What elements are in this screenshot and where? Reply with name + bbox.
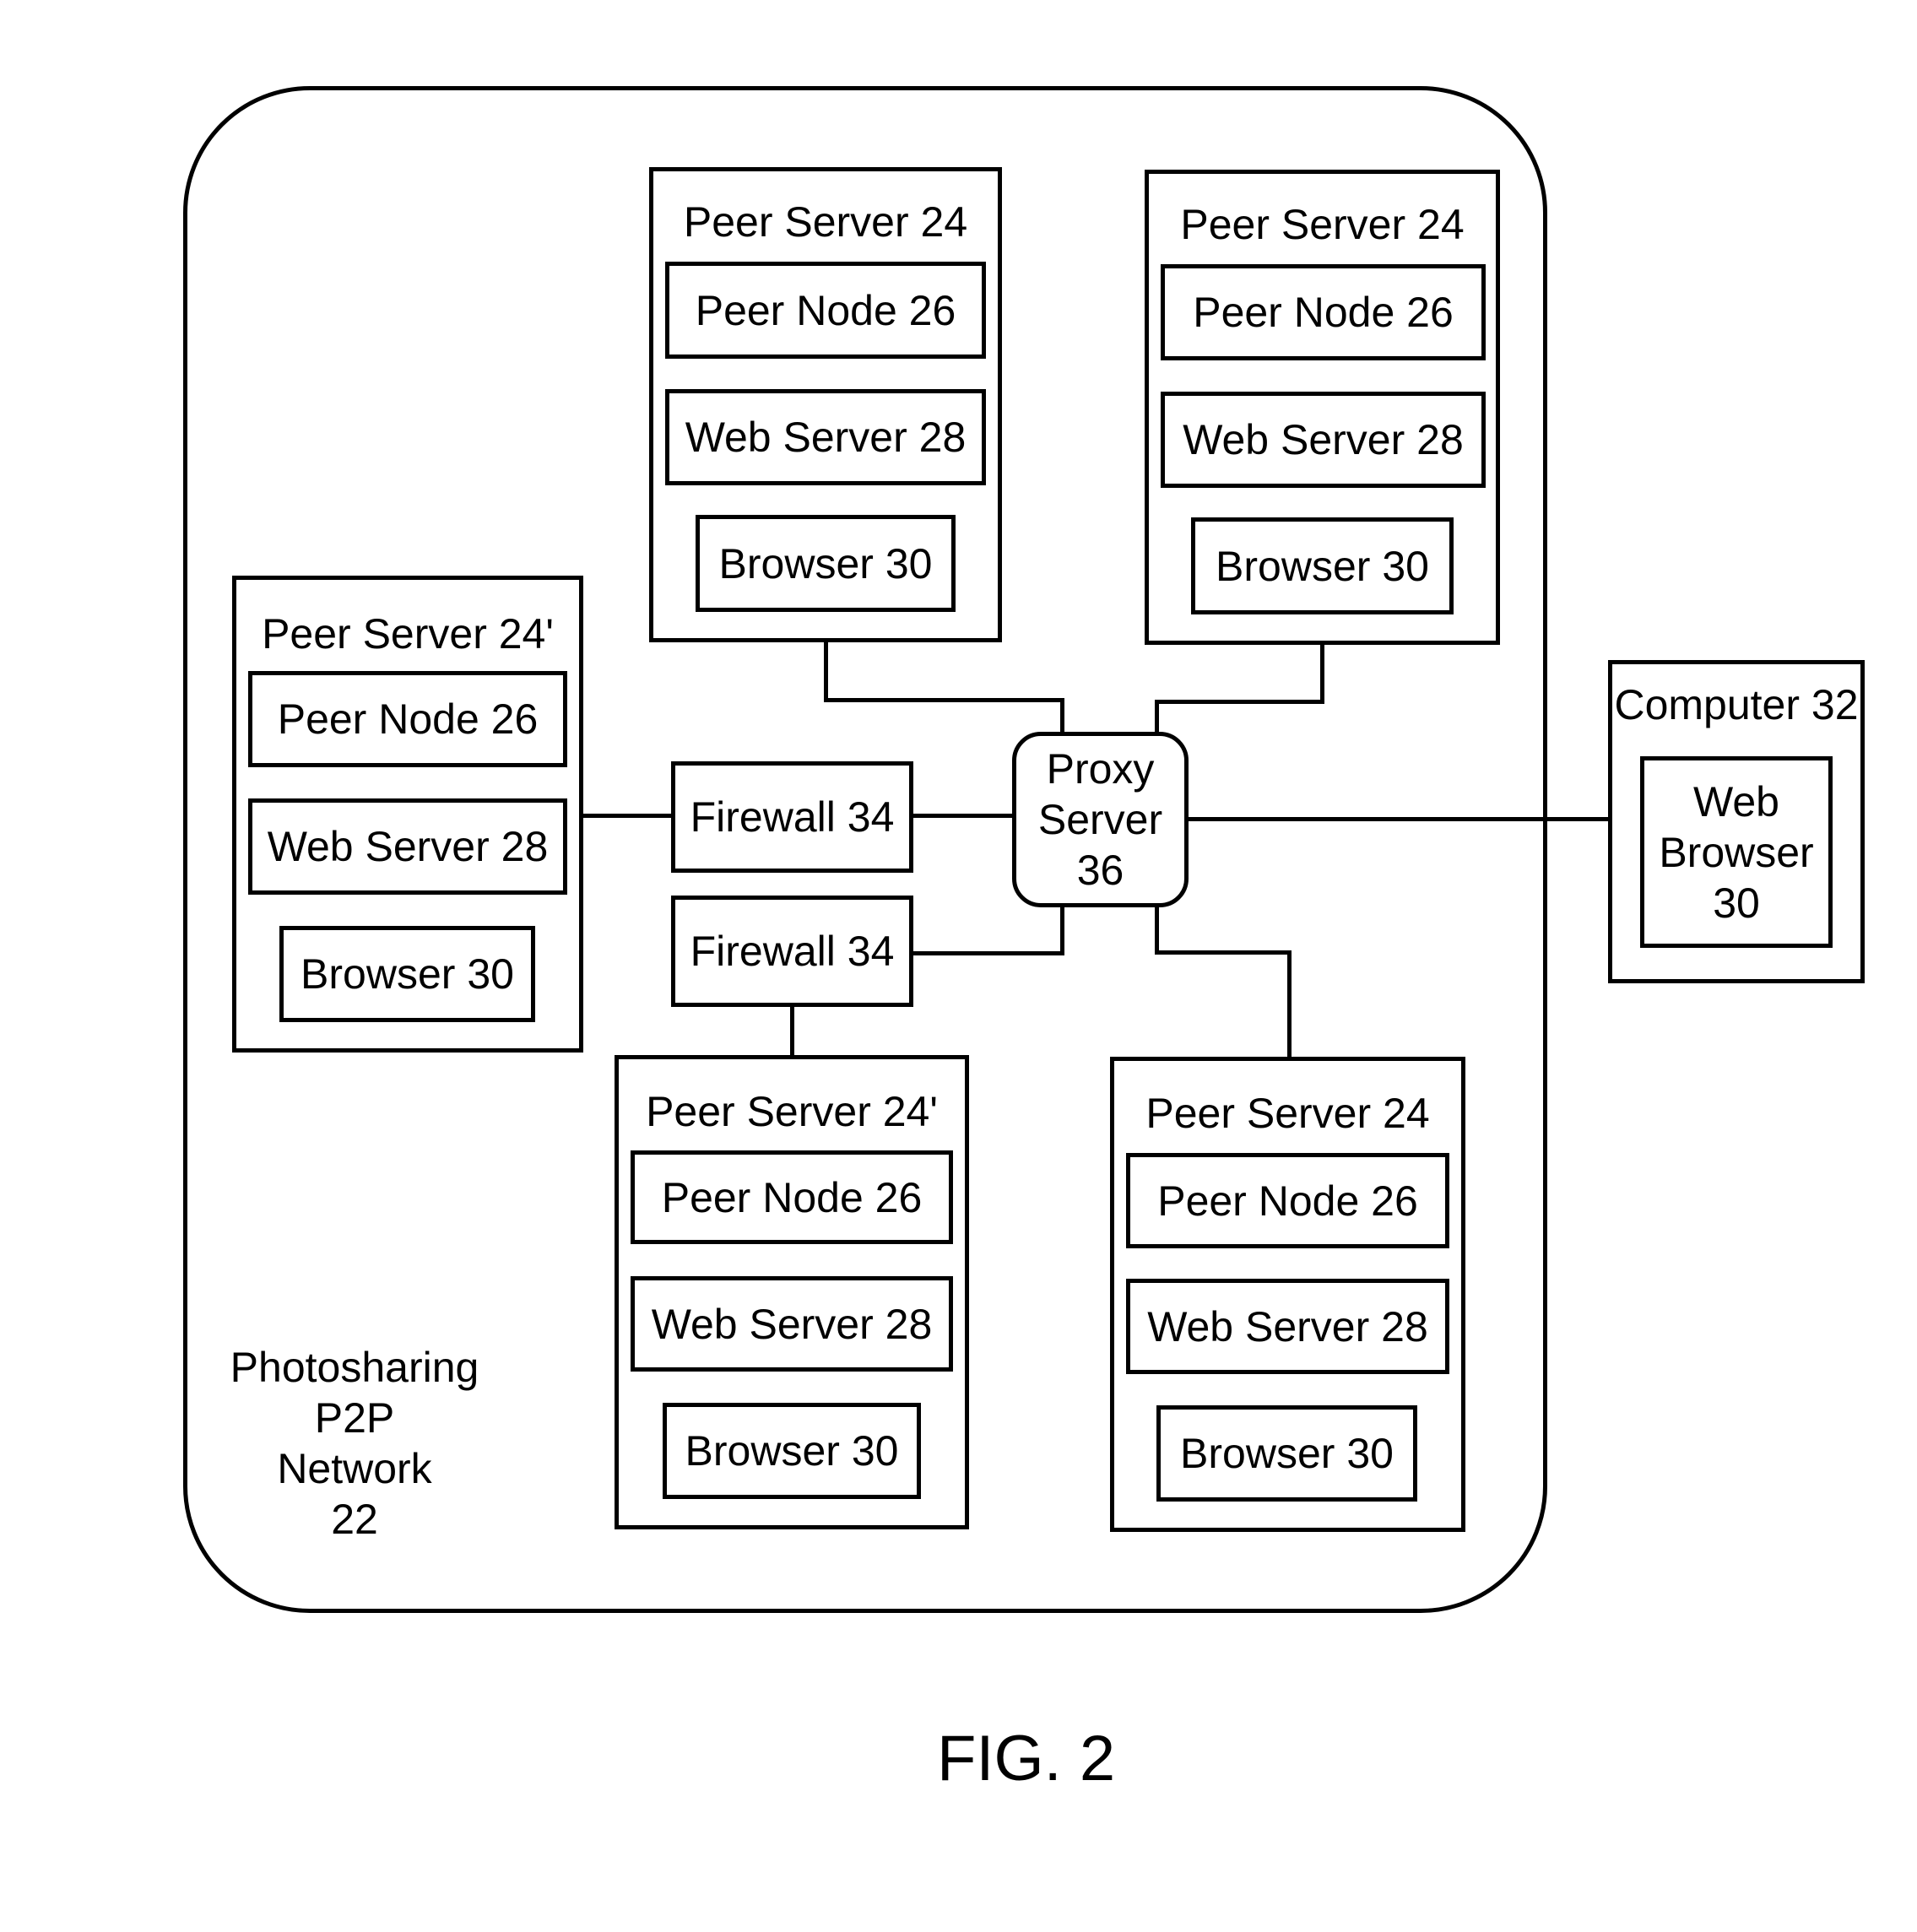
peer-server-title: Peer Server 24' xyxy=(646,1088,938,1135)
connector-ps-left-to-firewall xyxy=(581,814,674,818)
web-server[interactable]: Web Server 28 xyxy=(665,389,986,485)
browser[interactable]: Browser 30 xyxy=(1191,517,1454,614)
peer-server-title: Peer Server 24 xyxy=(683,198,968,246)
proxy-server[interactable]: Proxy Server 36 xyxy=(1012,732,1189,907)
web-browser-line3: 30 xyxy=(1713,879,1760,927)
web-server[interactable]: Web Server 28 xyxy=(1161,392,1486,488)
connector-ps-top-left-across xyxy=(824,698,1064,702)
firewall-lower[interactable]: Firewall 34 xyxy=(671,896,913,1007)
web-browser-line2: Browser xyxy=(1659,828,1814,876)
connector-to-ps-bottom-right xyxy=(1287,950,1292,1059)
web-server[interactable]: Web Server 28 xyxy=(248,798,567,895)
peer-node[interactable]: Peer Node 26 xyxy=(248,671,567,767)
browser[interactable]: Browser 30 xyxy=(696,515,956,612)
web-browser[interactable]: Web Browser 30 xyxy=(1640,756,1833,948)
connector-ps-top-right-to-proxy xyxy=(1155,700,1159,734)
connector-ps-top-right-down xyxy=(1320,642,1324,704)
peer-node[interactable]: Peer Node 26 xyxy=(631,1150,953,1244)
network-label-line3: Network xyxy=(277,1445,432,1492)
peer-server-title: Peer Server 24 xyxy=(1145,1090,1430,1137)
network-label-line4: 22 xyxy=(331,1496,378,1543)
network-label-line2: P2P xyxy=(314,1394,395,1442)
proxy-label-line3: 36 xyxy=(1076,847,1124,894)
connector-firewall1-to-proxy xyxy=(911,814,1015,818)
connector-ps-top-left-to-proxy xyxy=(1060,698,1064,734)
computer-title: Computer 32 xyxy=(1614,681,1859,728)
peer-node[interactable]: Peer Node 26 xyxy=(665,262,986,359)
network-label-line1: Photosharing xyxy=(230,1344,479,1391)
browser[interactable]: Browser 30 xyxy=(1156,1405,1417,1502)
web-server[interactable]: Web Server 28 xyxy=(631,1276,953,1372)
browser[interactable]: Browser 30 xyxy=(663,1403,921,1499)
peer-node[interactable]: Peer Node 26 xyxy=(1161,264,1486,360)
web-browser-line1: Web xyxy=(1693,777,1779,825)
firewall-upper[interactable]: Firewall 34 xyxy=(671,761,913,873)
network-label: Photosharing P2P Network 22 xyxy=(228,1342,481,1545)
figure-caption: FIG. 2 xyxy=(937,1723,1116,1794)
peer-server-title: Peer Server 24 xyxy=(1180,201,1465,248)
connector-proxy-to-computer xyxy=(1186,817,1611,821)
connector-firewall2-across xyxy=(911,951,1064,955)
connector-firewall2-to-proxy xyxy=(1060,905,1064,955)
connector-firewall2-to-ps-bottom-left xyxy=(790,1004,794,1058)
peer-server-title: Peer Server 24' xyxy=(262,610,554,658)
proxy-label-line1: Proxy xyxy=(1046,745,1155,793)
web-server[interactable]: Web Server 28 xyxy=(1126,1279,1449,1374)
connector-ps-top-left-down xyxy=(824,640,828,702)
connector-proxy-across xyxy=(1155,950,1292,955)
browser[interactable]: Browser 30 xyxy=(279,926,535,1022)
connector-ps-top-right-across xyxy=(1155,700,1324,704)
proxy-label-line2: Server xyxy=(1037,796,1163,843)
connector-proxy-down xyxy=(1155,905,1159,955)
peer-node[interactable]: Peer Node 26 xyxy=(1126,1153,1449,1248)
